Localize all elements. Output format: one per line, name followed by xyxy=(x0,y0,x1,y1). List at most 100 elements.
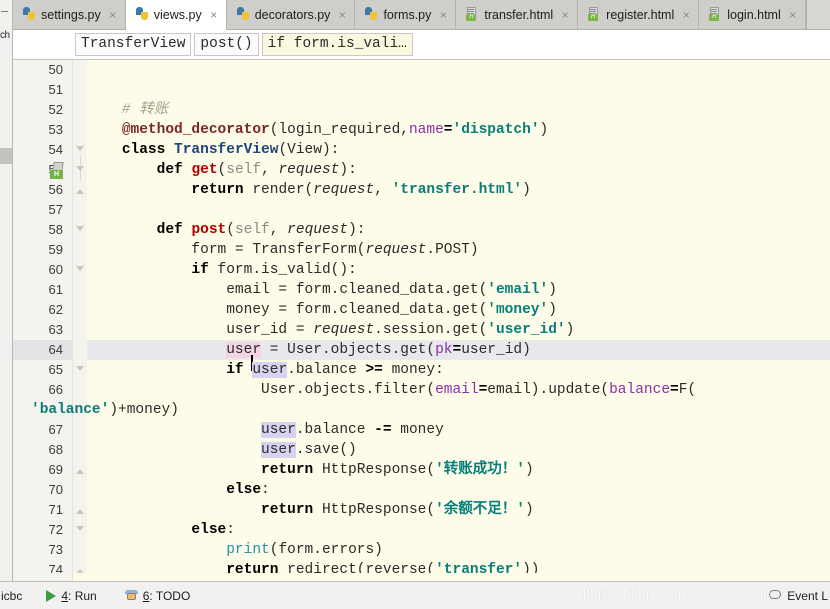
code-line: email = form.cleaned_data.get('email') xyxy=(87,282,557,298)
strip-dash-icon xyxy=(1,11,8,12)
status-bar: icbc 4 : Run 6 : TODO Event L xyxy=(0,581,830,609)
line-number: 59 xyxy=(48,242,63,257)
line-number: 51 xyxy=(48,82,63,97)
tab-views-py[interactable]: views.py × xyxy=(125,0,227,30)
line-number: 50 xyxy=(48,62,63,77)
code-folding-column[interactable] xyxy=(73,60,87,581)
tab-settings-py[interactable]: settings.py × xyxy=(13,0,126,29)
code-line: user.save() xyxy=(261,442,357,458)
code-line: return render(request, 'transfer.html') xyxy=(191,182,531,198)
line-number: 72 xyxy=(48,522,63,537)
python-file-icon xyxy=(22,7,36,22)
code-line: form = TransferForm(request.POST) xyxy=(87,242,479,258)
code-line: user.balance -= money xyxy=(261,422,444,438)
tab-label: decorators.py xyxy=(254,7,331,22)
todo-label: : TODO xyxy=(149,588,191,603)
run-tool-window-button[interactable]: 4 : Run xyxy=(46,582,97,609)
code-line: @method_decorator(login_required,name='d… xyxy=(121,122,549,138)
line-number: 53 xyxy=(48,122,63,137)
line-number: 57 xyxy=(48,202,63,217)
html-run-target-icon[interactable]: H xyxy=(49,162,69,179)
tab-label: settings.py xyxy=(41,7,101,22)
line-number: 62 xyxy=(48,302,63,317)
run-shortcut-number: 4 xyxy=(61,588,69,603)
line-number: 65 xyxy=(48,362,63,377)
code-editor[interactable]: 50 51 52 53 54 55 56 57 58 59 60 61 62 6… xyxy=(13,60,830,581)
python-file-icon xyxy=(236,7,250,22)
fold-marker-else[interactable] xyxy=(76,526,85,535)
line-number: 58 xyxy=(48,222,63,237)
python-file-icon xyxy=(364,7,378,22)
tab-label: login.html xyxy=(727,7,781,22)
code-line: user_id = request.session.get('user_id') xyxy=(87,322,575,338)
line-number: 69 xyxy=(48,462,63,477)
close-icon[interactable]: × xyxy=(209,9,219,21)
editor-gutter[interactable]: 50 51 52 53 54 55 56 57 58 59 60 61 62 6… xyxy=(13,60,73,581)
tab-forms-py[interactable]: forms.py × xyxy=(355,0,457,29)
code-text-area[interactable]: # 转账 @method_decorator(login_required,na… xyxy=(31,60,830,581)
line-number: 66 xyxy=(48,382,63,397)
line-number-current: 64 xyxy=(13,340,72,360)
line-number: 60 xyxy=(48,262,63,277)
tab-register-html[interactable]: H register.html × xyxy=(578,0,700,29)
code-line: money = form.cleaned_data.get('money') xyxy=(87,302,557,318)
html-file-icon: H xyxy=(708,7,722,22)
editor-tab-bar: settings.py × views.py × decorators.py ×… xyxy=(13,0,830,30)
close-icon[interactable]: × xyxy=(438,9,448,21)
event-log-icon xyxy=(769,589,782,602)
fold-marker-end-1[interactable] xyxy=(76,466,85,475)
tab-login-html[interactable]: H login.html × xyxy=(699,0,806,29)
status-project-label: icbc xyxy=(1,588,23,603)
breadcrumb-item-method[interactable]: post() xyxy=(194,33,259,56)
line-number: 70 xyxy=(48,482,63,497)
tab-bar-tail xyxy=(806,0,830,29)
line-number: 54 xyxy=(48,142,63,157)
code-line: return HttpResponse('余额不足！') xyxy=(261,502,534,518)
tab-transfer-html[interactable]: H transfer.html × xyxy=(456,0,579,29)
breadcrumb-item-statement[interactable]: if form.is_vali… xyxy=(261,33,413,56)
close-icon[interactable]: × xyxy=(337,9,347,21)
strip-label: ch xyxy=(0,30,10,41)
line-number: 56 xyxy=(48,182,63,197)
code-line: print(form.errors) xyxy=(226,542,383,558)
html-file-icon: H xyxy=(465,7,479,22)
fold-marker-post[interactable] xyxy=(76,226,85,235)
fold-marker-class[interactable] xyxy=(76,146,85,155)
tab-label: forms.py xyxy=(383,7,432,22)
line-number: 73 xyxy=(48,542,63,557)
code-line: else: xyxy=(226,482,270,498)
line-number: 68 xyxy=(48,442,63,457)
code-line: else: xyxy=(191,522,235,538)
python-file-icon xyxy=(135,7,149,22)
html-file-icon: H xyxy=(587,7,601,22)
code-line: User.objects.filter(email=email).update(… xyxy=(87,382,697,398)
fold-marker-get[interactable] xyxy=(76,166,85,175)
pycharm-window: ch settings.py × views.py × decorators.p… xyxy=(0,0,830,609)
left-tool-strip: ch xyxy=(0,0,13,609)
gutter-icon-label: H xyxy=(50,170,63,179)
close-icon[interactable]: × xyxy=(108,9,118,21)
tab-label: transfer.html xyxy=(484,7,554,22)
line-number: 67 xyxy=(48,422,63,437)
code-line: def post(self, request): xyxy=(156,222,366,238)
fold-marker-if-inner[interactable] xyxy=(76,366,85,375)
fold-marker-if[interactable] xyxy=(76,266,85,275)
close-icon[interactable]: × xyxy=(681,9,691,21)
todo-tool-window-button[interactable]: 6 : TODO xyxy=(124,582,191,609)
event-log-button[interactable]: Event L xyxy=(769,582,830,609)
event-log-label: Event L xyxy=(787,588,828,603)
strip-scroll-marker[interactable] xyxy=(0,148,12,164)
fold-marker-get-end[interactable] xyxy=(76,186,85,195)
close-icon[interactable]: × xyxy=(788,9,798,21)
close-icon[interactable]: × xyxy=(560,9,570,21)
breadcrumb: TransferView post() if form.is_vali… xyxy=(13,30,830,60)
tab-label: register.html xyxy=(606,7,675,22)
breadcrumb-item-class[interactable]: TransferView xyxy=(75,33,192,56)
code-line: return HttpResponse('转账成功！') xyxy=(261,462,534,478)
tab-decorators-py[interactable]: decorators.py × xyxy=(226,0,356,29)
fold-marker-end-2[interactable] xyxy=(76,506,85,515)
editor-bottom-partial-line xyxy=(13,573,830,581)
